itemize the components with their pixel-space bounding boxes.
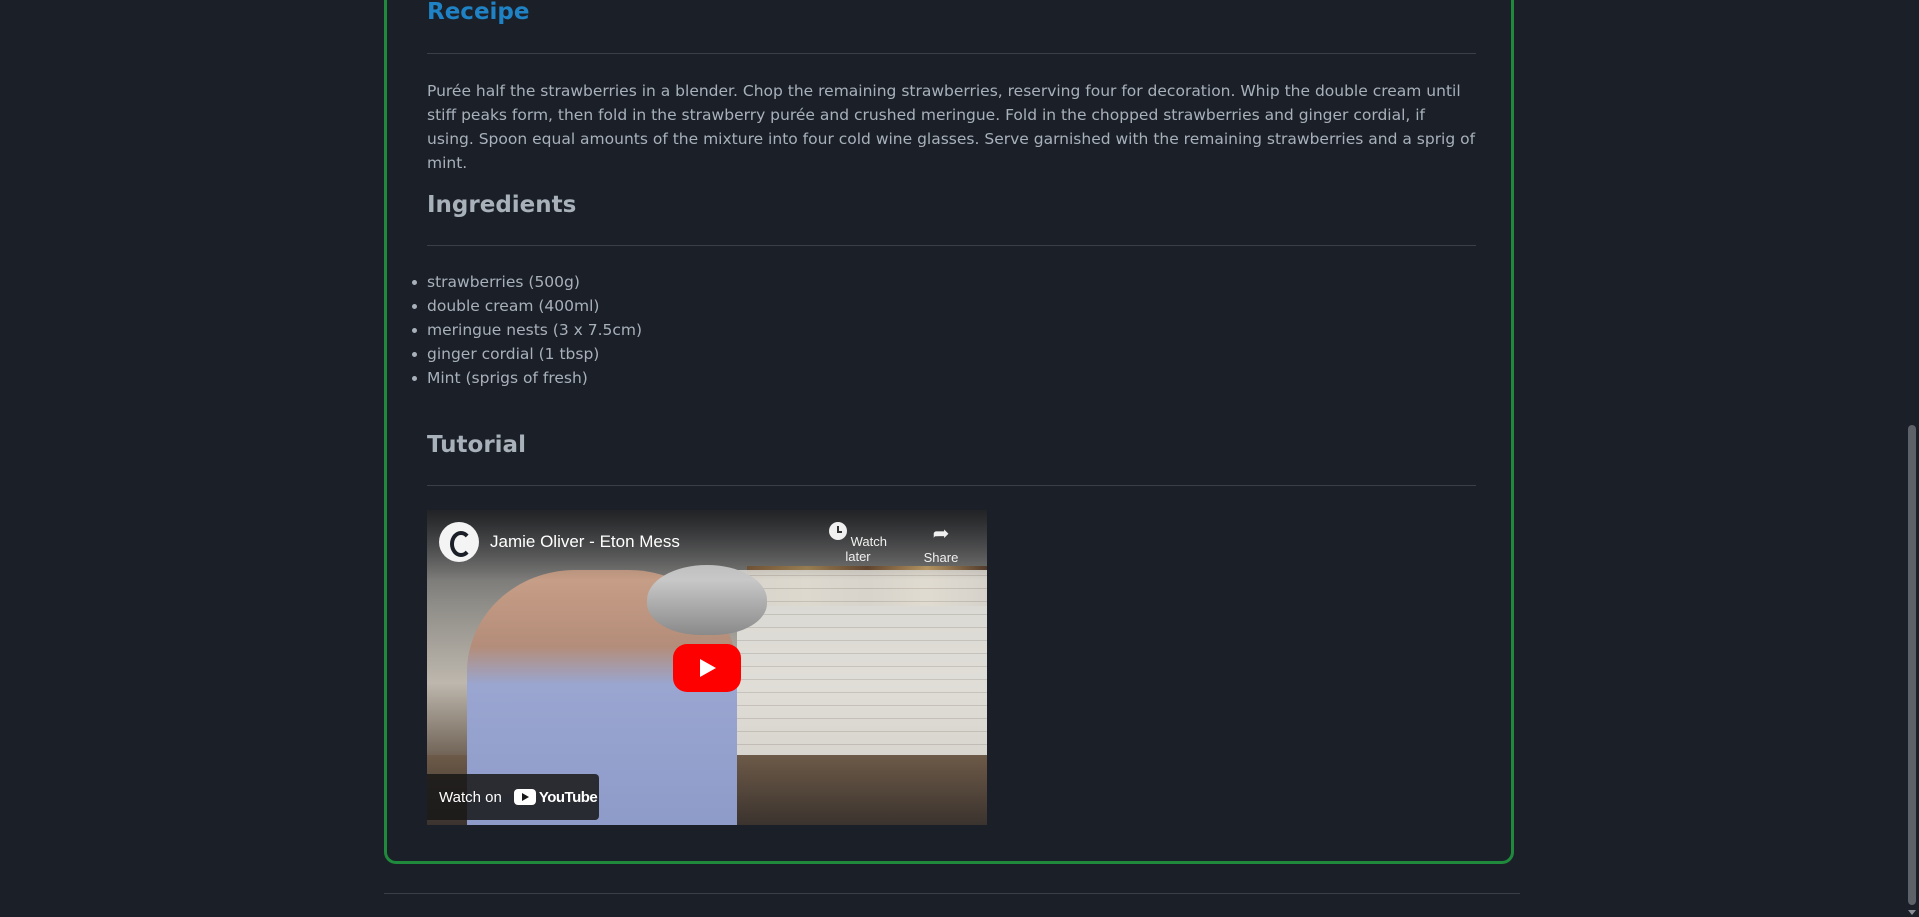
receipe-divider — [427, 53, 1476, 54]
youtube-play-mark-icon — [513, 789, 536, 805]
tutorial-divider — [427, 485, 1476, 486]
ingredient-item: ginger cordial (1 tbsp) — [411, 342, 642, 366]
share-label: Share — [923, 550, 959, 565]
ingredient-item: strawberries (500g) — [411, 270, 642, 294]
scrollbar-thumb[interactable] — [1908, 425, 1916, 905]
youtube-logo-icon: YouTube — [513, 788, 598, 806]
ingredients-heading: Ingredients — [427, 192, 577, 218]
clock-icon — [829, 522, 847, 540]
youtube-video-embed[interactable]: Jamie Oliver - Eton Mess Watch later ➦ S… — [427, 510, 987, 825]
page-scrollbar[interactable] — [1905, 0, 1919, 917]
watch-on-youtube-button[interactable]: Watch on YouTube — [427, 774, 599, 820]
scroll-down-arrow-icon[interactable] — [1908, 910, 1916, 915]
video-title[interactable]: Jamie Oliver - Eton Mess — [490, 532, 680, 552]
ingredient-item: double cream (400ml) — [411, 294, 642, 318]
ingredient-item: meringue nests (3 x 7.5cm) — [411, 318, 642, 342]
ingredients-list: strawberries (500g) double cream (400ml)… — [411, 270, 642, 390]
watch-later-button[interactable]: Watch later — [823, 522, 893, 564]
play-button[interactable] — [673, 644, 741, 692]
tutorial-heading: Tutorial — [427, 432, 526, 458]
footer-divider — [384, 893, 1520, 894]
watch-on-label: Watch on — [439, 788, 502, 806]
page: Receipe Purée half the strawberries in a… — [0, 0, 1919, 917]
channel-avatar[interactable] — [439, 522, 479, 562]
video-thumbnail-wall — [737, 570, 987, 770]
watch-later-label: Watch later — [845, 534, 887, 564]
recipe-instructions: Purée half the strawberries in a blender… — [427, 82, 1476, 172]
receipe-heading: Receipe — [427, 0, 530, 25]
youtube-logo-text: YouTube — [538, 788, 598, 806]
share-button[interactable]: ➦ Share — [906, 522, 976, 565]
ingredient-item: Mint (sprigs of fresh) — [411, 366, 642, 390]
ingredients-divider — [427, 245, 1476, 246]
share-icon: ➦ — [932, 523, 950, 545]
